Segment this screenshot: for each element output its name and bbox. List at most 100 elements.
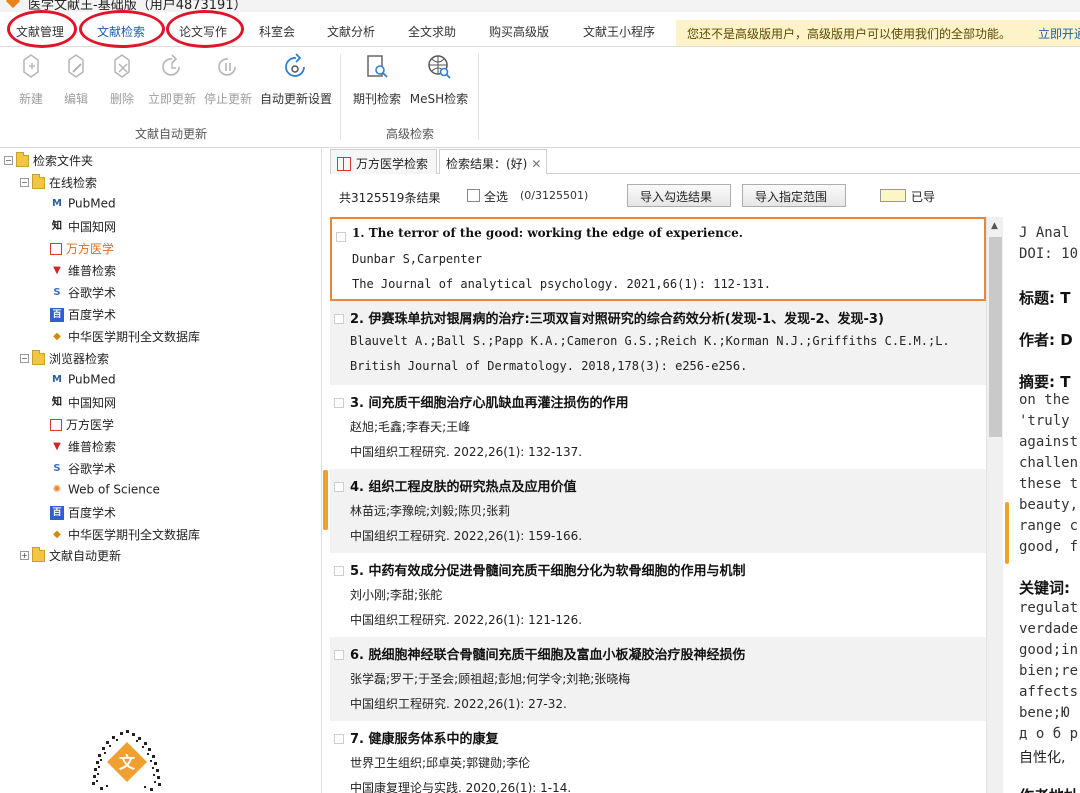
tree-online-wanfang[interactable]: 万方医学 [50, 240, 114, 260]
edit-icon [68, 54, 84, 78]
result-item[interactable]: 7. 健康服务体系中的康复 世界卫生组织;邱卓英;郭键勋;李伦 中国康复理论与实… [330, 721, 986, 793]
menu-literature-management[interactable]: 文献管理 [16, 23, 64, 40]
result-checkbox[interactable] [336, 232, 346, 242]
menu-buy-premium[interactable]: 购买高级版 [489, 23, 549, 40]
result-item[interactable]: 4. 组织工程皮肤的研究热点及应用价值 林苗远;李豫皖;刘毅;陈贝;张莉 中国组… [330, 469, 986, 553]
results-scrollbar[interactable]: ▲ [986, 217, 1003, 793]
result-checkbox[interactable] [334, 650, 344, 660]
tree-browser-vip[interactable]: ▼ 维普检索 [50, 438, 116, 458]
folder-icon [32, 173, 45, 189]
premium-notice: 您还不是高级版用户，高级版用户可以使用我们的全部功能。 立即开通 [676, 20, 1080, 46]
tree-auto-update[interactable]: + 文献自动更新 [20, 546, 121, 567]
menu-literature-search[interactable]: 文献检索 [97, 23, 145, 40]
tree-online-search[interactable]: − 在线检索 [20, 173, 97, 194]
tree-browser-pubmed[interactable]: M PubMed [50, 372, 116, 392]
google-scholar-icon: S [53, 286, 61, 298]
collapse-icon[interactable]: − [4, 156, 13, 165]
result-checkbox[interactable] [334, 482, 344, 492]
tree-online-google-scholar[interactable]: S 谷歌学术 [50, 284, 116, 304]
detail-keyword-line: bene;Ю [1019, 705, 1070, 721]
tree-browser-baidu-scholar[interactable]: 百百度学术 [50, 504, 116, 524]
tree-root-search-folder[interactable]: − 检索文件夹 [4, 151, 93, 172]
detail-abstract-line: good, f [1019, 539, 1079, 555]
result-title[interactable]: 1. The terror of the good: working the e… [352, 226, 986, 240]
google-scholar-icon: S [53, 462, 61, 474]
tree-online-baidu-scholar[interactable]: 百百度学术 [50, 306, 116, 326]
result-checkbox[interactable] [334, 398, 344, 408]
import-checked-button[interactable]: 导入勾选结果 [627, 184, 731, 207]
mesh-search-button[interactable]: MeSH检索 [410, 52, 468, 114]
detail-panel: J Anal DOI: 10 标题: T 作者: D 摘要: T on the … [1003, 217, 1080, 793]
stop-update-button[interactable]: 停止更新 [200, 52, 256, 114]
menu-mini-program[interactable]: 文献王小程序 [583, 23, 655, 40]
tree-browser-google-scholar[interactable]: S 谷歌学术 [50, 460, 116, 480]
result-authors: 张学磊;罗干;于圣会;顾祖超;彭旭;何学令;刘艳;张晓梅 [350, 672, 631, 686]
menu-paper-writing[interactable]: 论文写作 [179, 23, 227, 40]
cma-journal-icon: ◆ [53, 528, 61, 540]
tree-browser-cnki[interactable]: 知中国知网 [50, 394, 116, 414]
tree-online-vip[interactable]: ▼ 维普检索 [50, 262, 116, 282]
tree-online-cnki[interactable]: 知中国知网 [50, 218, 116, 238]
result-item[interactable]: 2. 伊赛珠单抗对银屑病的治疗:三项双盲对照研究的综合药效分析(发现-1、发现-… [330, 301, 986, 385]
tree-browser-web-of-science[interactable]: ✺ Web of Science [50, 482, 160, 502]
scrollbar-thumb[interactable] [989, 237, 1002, 437]
folder-icon [32, 349, 45, 365]
tree-online-cma-journals[interactable]: ◆ 中华医学期刊全文数据库 [50, 328, 200, 348]
result-item[interactable]: 1. The terror of the good: working the e… [330, 217, 986, 301]
auto-update-settings-button[interactable]: 自动更新设置 [260, 52, 332, 114]
journal-search-icon [367, 55, 388, 78]
title-bar: 医学文献王-基础版（用户4873191） [0, 0, 1080, 12]
result-item[interactable]: 5. 中药有效成分促进骨髓间充质干细胞分化为软骨细胞的作用与机制 刘小刚;李甜;… [330, 553, 986, 637]
group-separator [478, 54, 479, 140]
wanfang-icon [50, 242, 62, 255]
tab-wanfang-search[interactable]: 万方医学检索 [330, 149, 437, 174]
tree-browser-cma-journals[interactable]: ◆ 中华医学期刊全文数据库 [50, 526, 200, 546]
expand-icon[interactable]: + [20, 551, 29, 560]
import-range-button[interactable]: 导入指定范围 [742, 184, 846, 207]
detail-journal: J Anal [1019, 225, 1070, 241]
result-item[interactable]: 3. 间充质干细胞治疗心肌缺血再灌注损伤的作用 赵旭;毛鑫;李春天;王峰 中国组… [330, 385, 986, 469]
result-title[interactable]: 7. 健康服务体系中的康复 [350, 728, 986, 747]
detail-abstract-label: 摘要: T [1019, 373, 1071, 391]
collapse-icon[interactable]: − [20, 178, 29, 187]
stop-update-label: 停止更新 [203, 92, 252, 106]
close-icon[interactable]: ✕ [531, 157, 541, 171]
svg-text:文: 文 [119, 753, 136, 772]
detail-keyword-line: bien;re [1019, 663, 1079, 679]
tree-browser-wanfang[interactable]: 万方医学 [50, 416, 114, 436]
result-item[interactable]: 6. 脱细胞神经联合骨髓间充质干细胞及富血小板凝胶治疗股神经损伤 张学磊;罗干;… [330, 637, 986, 721]
collapse-icon[interactable]: − [20, 354, 29, 363]
detail-title-label: 标题: T [1019, 289, 1071, 307]
scroll-up-icon[interactable]: ▲ [991, 221, 998, 231]
tab-search-results[interactable]: 检索结果：(好) ✕ [439, 149, 547, 174]
wanfang-icon [337, 157, 351, 171]
qr-code-logo: 文 [92, 730, 161, 791]
detail-keyword-line: verdade [1019, 621, 1079, 637]
results-list: 1. The terror of the good: working the e… [330, 217, 986, 793]
result-title[interactable]: 5. 中药有效成分促进骨髓间充质干细胞分化为软骨细胞的作用与机制 [350, 560, 986, 579]
tab-label: 检索结果：(好) [446, 157, 528, 171]
result-checkbox[interactable] [334, 566, 344, 576]
result-checkbox[interactable] [334, 314, 344, 324]
result-title[interactable]: 6. 脱细胞神经联合骨髓间充质干细胞及富血小板凝胶治疗股神经损伤 [350, 644, 986, 663]
results-toolbar: 共3125519条结果 全选 (0/3125501) 导入勾选结果 导入指定范围… [330, 175, 1080, 217]
cnki-icon: 知 [52, 220, 62, 232]
result-title[interactable]: 4. 组织工程皮肤的研究热点及应用价值 [350, 476, 986, 495]
result-checkbox[interactable] [334, 734, 344, 744]
result-title[interactable]: 2. 伊赛珠单抗对银屑病的治疗:三项双盲对照研究的综合药效分析(发现-1、发现-… [350, 308, 986, 327]
activate-link[interactable]: 立即开通 [1038, 25, 1080, 42]
globe-search-icon [428, 55, 451, 79]
result-title[interactable]: 3. 间充质干细胞治疗心肌缺血再灌注损伤的作用 [350, 392, 986, 411]
select-all-checkbox[interactable] [467, 189, 480, 202]
imported-legend-swatch [880, 189, 906, 202]
menu-literature-analysis[interactable]: 文献分析 [327, 23, 375, 40]
menu-department-meeting[interactable]: 科室会 [259, 23, 295, 40]
folder-icon [32, 546, 45, 562]
result-authors: 世界卫生组织;邱卓英;郭键勋;李伦 [350, 756, 531, 770]
menu-fulltext-request[interactable]: 全文求助 [408, 23, 456, 40]
result-authors: 林苗远;李豫皖;刘毅;陈贝;张莉 [350, 504, 511, 518]
tree-online-pubmed[interactable]: M PubMed [50, 196, 116, 216]
journal-search-button[interactable]: 期刊检索 [349, 52, 405, 114]
tree-browser-search[interactable]: − 浏览器检索 [20, 349, 109, 370]
detail-author-label: 作者: D [1019, 331, 1073, 349]
